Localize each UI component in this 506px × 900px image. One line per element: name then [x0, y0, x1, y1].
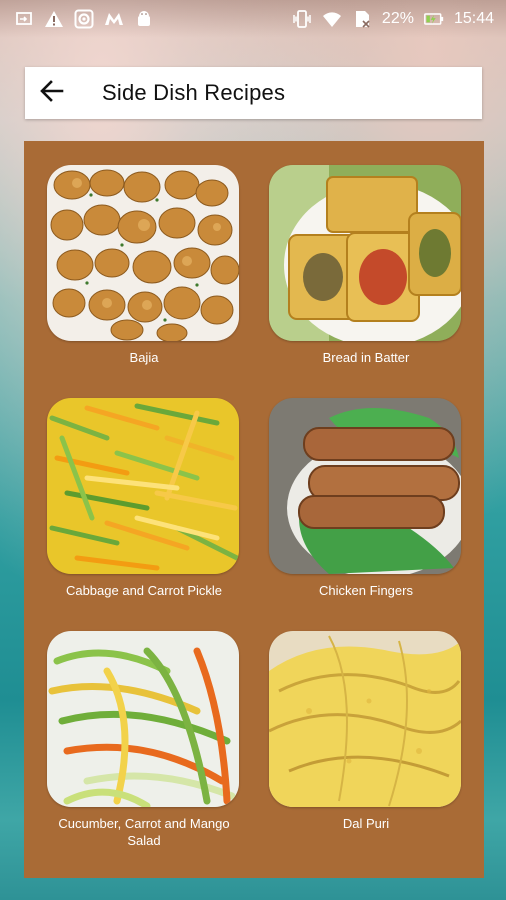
recipe-name: Bajia [129, 350, 159, 365]
arrow-left-icon [39, 78, 65, 109]
recipe-card-dal-puri[interactable]: Dal Puri [269, 631, 463, 832]
recipe-card-cucumber-carrot-mango-salad[interactable]: Cucumber, Carrot and Mango Salad [47, 631, 241, 849]
battery-charging-icon [424, 9, 444, 29]
recipe-card-chicken-fingers[interactable]: Chicken Fingers [269, 398, 463, 599]
clock: 15:44 [453, 10, 494, 27]
m-app-icon [104, 9, 124, 29]
status-bar-right: 22% 15:44 [292, 9, 494, 29]
page-title: Side Dish Recipes [102, 80, 286, 105]
screen-cast-icon [14, 9, 34, 29]
status-bar-left [14, 9, 154, 29]
recipe-name: Chicken Fingers [319, 583, 413, 598]
back-button[interactable] [27, 67, 77, 119]
recipe-name: Bread in Batter [322, 350, 410, 365]
recipe-image-cabbage-carrot-pickle [47, 398, 239, 574]
recipe-card-bajia[interactable]: Bajia [47, 165, 241, 366]
recipe-grid: Bajia Bread in Batter Cabbage and Carrot… [24, 141, 484, 878]
recipe-grid-panel: Bajia Bread in Batter Cabbage and Carrot… [24, 141, 484, 878]
recipe-image-cucumber-carrot-mango-salad [47, 631, 239, 807]
recipe-image-chicken-fingers [269, 398, 461, 574]
app-toolbar: Side Dish Recipes [25, 67, 482, 119]
recipe-card-bread-in-batter[interactable]: Bread in Batter [269, 165, 463, 366]
recipe-card-cabbage-carrot-pickle[interactable]: Cabbage and Carrot Pickle [47, 398, 241, 599]
recipe-name: Cucumber, Carrot and Mango Salad [58, 816, 230, 848]
recipe-name: Cabbage and Carrot Pickle [65, 583, 223, 598]
vibrate-icon [292, 9, 312, 29]
status-bar: 22% 15:44 [0, 0, 506, 38]
warning-icon [44, 9, 64, 29]
recipe-name: Dal Puri [342, 816, 390, 831]
recipe-image-bread-in-batter [269, 165, 461, 341]
battery-percent: 22% [381, 10, 414, 27]
wifi-icon [322, 9, 342, 29]
recipe-image-bajia [47, 165, 239, 341]
sd-card-icon [352, 9, 372, 29]
android-icon [134, 9, 154, 29]
recipe-image-dal-puri [269, 631, 461, 807]
camera-app-icon [74, 9, 94, 29]
